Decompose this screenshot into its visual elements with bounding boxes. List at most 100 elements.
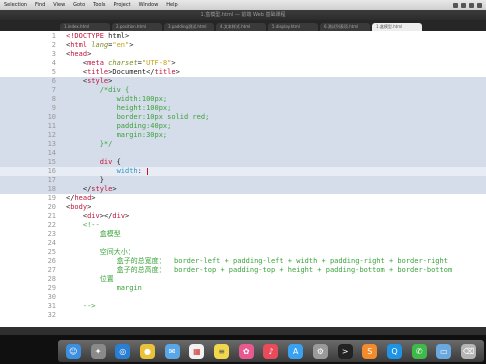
line-number: 28 [47, 275, 56, 283]
mail-icon[interactable]: ✉ [164, 343, 180, 359]
tab-3[interactable]: 3.padding测试.html [164, 23, 214, 31]
code-line: border:10px solid red; [116, 113, 210, 121]
code-line: div { [99, 158, 121, 166]
line-number: 15 [47, 158, 56, 166]
menu-view[interactable]: View [49, 2, 69, 8]
menu-project[interactable]: Project [109, 2, 134, 8]
line-number: 31 [47, 302, 56, 310]
sublime-icon[interactable]: S [362, 343, 378, 359]
notes-icon[interactable]: ≡ [214, 343, 230, 359]
line-number: 2 [51, 41, 56, 49]
safari-icon[interactable]: ◎ [115, 343, 131, 359]
line-number: 30 [47, 293, 56, 301]
code-line: <title>Document</title> [82, 68, 180, 76]
tab-1[interactable]: 1.index.html [60, 23, 110, 31]
tab-5[interactable]: 5.display.html [268, 23, 318, 31]
battery-icon[interactable] [461, 2, 466, 8]
line-number: 27 [47, 266, 56, 274]
trash-icon[interactable]: ⌫ [461, 343, 477, 359]
comment-title: 盒模型 [99, 230, 121, 238]
tab-bar: 1.index.html 2.position.html 3.padding测试… [0, 20, 486, 31]
chrome-icon[interactable]: ● [139, 343, 155, 359]
menu-help[interactable]: Help [162, 2, 181, 8]
wechat-icon[interactable]: ✆ [411, 343, 427, 359]
line-number: 24 [47, 239, 56, 247]
line-number: 4 [51, 59, 56, 67]
appstore-icon[interactable]: A [288, 343, 304, 359]
line-number: 5 [51, 68, 56, 76]
line-number: 14 [47, 149, 56, 157]
line-number: 18 [47, 185, 56, 193]
line-number: 7 [51, 86, 56, 94]
tab-active[interactable]: 1.盒模型.html [372, 23, 422, 31]
text-caret [147, 167, 149, 175]
code-line: width: [116, 167, 149, 175]
code-line: --> [82, 302, 96, 310]
code-line: <body> [66, 203, 92, 211]
code-line: margin [66, 284, 142, 293]
calendar-icon[interactable]: ▦ [189, 343, 205, 359]
code-line: <!-- [82, 221, 100, 229]
code-line: padding:40px; [116, 122, 172, 130]
menu-selection[interactable]: Selection [0, 2, 31, 8]
code-line: } [99, 176, 104, 184]
line-number: 29 [47, 284, 56, 292]
wifi-icon[interactable] [453, 2, 458, 8]
code-line: <head> [66, 50, 92, 58]
dock: ☺ ✦ ◎ ● ✉ ▦ ≡ ✿ ♪ A ⚙ > S Q ✆ ▭ ⌫ [0, 335, 486, 364]
line-number: 26 [47, 257, 56, 265]
line-number: 25 [47, 248, 56, 256]
qq-icon[interactable]: Q [386, 343, 402, 359]
clock-icon[interactable] [469, 2, 474, 8]
code-line: }*/ [99, 140, 113, 148]
line-number: 13 [47, 140, 56, 148]
line-number: 17 [47, 176, 56, 184]
launchpad-icon[interactable]: ✦ [90, 343, 106, 359]
finder-icon[interactable]: ☺ [65, 343, 81, 359]
line-number: 12 [47, 131, 56, 139]
line-number: 21 [47, 212, 56, 220]
menu-window[interactable]: Window [135, 2, 163, 8]
tab-6[interactable]: 6.测试列表项.html [320, 23, 370, 31]
total-height-formula: border-top + padding-top + height + padd… [174, 266, 453, 274]
code-line: <style> [82, 77, 113, 85]
folder-icon[interactable]: ▭ [436, 343, 452, 359]
code-line: <meta charset="UTF-8"> [82, 59, 176, 67]
terminal-icon[interactable]: > [337, 343, 353, 359]
code-line: /*div { [99, 86, 130, 94]
line-number: 16 [47, 167, 56, 175]
code-line: </head> [66, 194, 96, 202]
line-number: 19 [47, 194, 56, 202]
code-line: height:100px; [116, 104, 172, 112]
status-bar [0, 327, 486, 335]
code-editor[interactable]: 1 <!DOCTYPE html> 2 <html lang="en"> 3 <hea… [0, 31, 486, 327]
settings-icon[interactable]: ⚙ [312, 343, 328, 359]
tab-4[interactable]: 4.文本样式.html [216, 23, 266, 31]
menu-goto[interactable]: Goto [69, 2, 89, 8]
line-number: 11 [47, 122, 56, 130]
code-line: <html lang="en"> [66, 41, 134, 49]
code-line: 盒子的总宽度： border-left + padding-left + wid… [66, 257, 448, 266]
tab-2[interactable]: 2.position.html [112, 23, 162, 31]
line-number: 6 [51, 77, 56, 85]
menu-find[interactable]: Find [31, 2, 49, 8]
space-size-label: 空间大小： [99, 248, 135, 256]
code-line: </style> [82, 185, 117, 193]
line-number: 9 [51, 104, 56, 112]
line-number: 3 [51, 50, 56, 58]
line-number: 22 [47, 221, 56, 229]
code-line: width:100px; [116, 95, 168, 103]
position-label: 位置 [99, 275, 114, 283]
search-icon[interactable] [477, 2, 482, 8]
total-width-label: 盒子的总宽度： [116, 257, 166, 265]
photos-icon[interactable]: ✿ [238, 343, 254, 359]
music-icon[interactable]: ♪ [263, 343, 279, 359]
code-line: 位置 [66, 275, 114, 284]
menu-bar: Selection Find View Goto Tools Project W… [0, 0, 486, 10]
menu-tools[interactable]: Tools [89, 2, 109, 8]
code-line: margin:30px; [116, 131, 168, 139]
line-number: 1 [51, 32, 56, 40]
code-line: <div></div> [82, 212, 130, 220]
code-line: 盒子的总高度： border-top + padding-top + heigh… [66, 266, 453, 275]
line-number: 23 [47, 230, 56, 238]
